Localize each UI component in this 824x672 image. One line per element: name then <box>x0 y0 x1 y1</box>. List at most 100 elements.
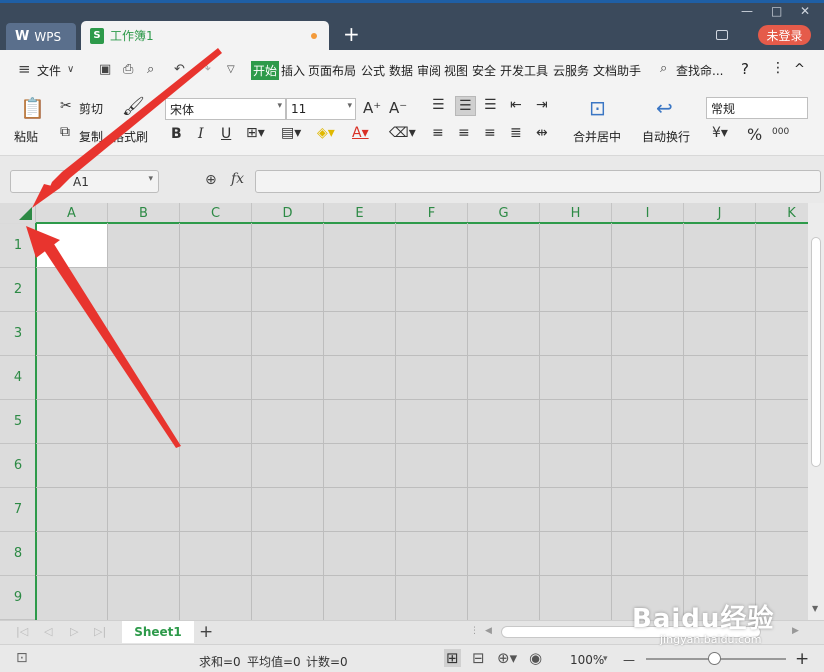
increase-indent-icon[interactable]: ⇥ <box>536 97 548 113</box>
wps-home-tab[interactable]: W WPS <box>6 23 76 50</box>
column-header[interactable]: H <box>540 203 612 223</box>
first-sheet-icon[interactable]: |◁ <box>16 625 28 638</box>
bold-button[interactable]: B <box>171 126 182 142</box>
decrease-font-icon[interactable]: A⁻ <box>389 99 407 117</box>
tab-data[interactable]: 数据 <box>389 62 413 79</box>
quick-access-dropdown-icon[interactable]: ▽ <box>227 64 235 75</box>
row-header[interactable]: 6 <box>0 444 36 488</box>
vertical-scroll-thumb[interactable] <box>811 237 821 467</box>
select-all-corner[interactable] <box>0 203 36 223</box>
scissors-icon[interactable]: ✂ <box>60 98 72 114</box>
scroll-down-icon[interactable]: ▼ <box>812 604 818 613</box>
active-cell-a1[interactable] <box>37 224 107 267</box>
login-button[interactable]: 未登录 <box>758 25 811 45</box>
zoom-formula-icon[interactable]: ⊕ <box>205 172 217 188</box>
column-header[interactable]: B <box>108 203 180 223</box>
paste-button[interactable]: 粘贴 <box>14 128 38 145</box>
add-sheet-button[interactable]: + <box>199 622 213 642</box>
new-tab-button[interactable]: + <box>343 24 360 44</box>
tab-view[interactable]: 视图 <box>444 62 468 79</box>
decrease-indent-icon[interactable]: ⇤ <box>510 97 522 113</box>
format-painter-icon[interactable]: 🖌 <box>122 96 145 117</box>
font-name-select[interactable]: 宋体 ▾ <box>165 98 286 120</box>
last-sheet-icon[interactable]: ▷| <box>94 625 106 638</box>
merge-center-icon[interactable]: ⊡ <box>589 96 606 120</box>
column-header[interactable]: K <box>756 203 808 223</box>
column-header[interactable]: I <box>612 203 684 223</box>
column-header[interactable]: G <box>468 203 540 223</box>
tab-formula[interactable]: 公式 <box>361 62 385 79</box>
sheet-tab-sheet1[interactable]: Sheet1 <box>122 621 194 643</box>
column-header[interactable]: C <box>180 203 252 223</box>
tab-home[interactable]: 开始 <box>251 61 280 80</box>
paste-icon[interactable]: 📋 <box>20 96 45 120</box>
print-preview-icon[interactable]: ⌕ <box>147 62 154 77</box>
macro-record-icon[interactable]: ⊡ <box>16 650 28 666</box>
search-icon[interactable]: ⌕ <box>660 61 667 76</box>
maximize-button[interactable]: □ <box>771 4 782 18</box>
zoom-level[interactable]: 100% <box>570 653 604 667</box>
align-middle-icon[interactable]: ☰ <box>455 96 476 116</box>
wrap-text-icon[interactable]: ↩ <box>656 96 673 120</box>
row-header[interactable]: 1 <box>0 224 36 268</box>
scroll-right-icon[interactable]: ▶ <box>792 626 799 636</box>
page-break-view-icon[interactable]: ⊟ <box>472 649 485 667</box>
document-tab[interactable]: S 工作簿1 <box>81 21 329 50</box>
row-header[interactable]: 7 <box>0 488 36 532</box>
borders-icon[interactable]: ⊞▾ <box>246 125 265 141</box>
search-commands[interactable]: 查找命... <box>676 62 723 79</box>
next-sheet-icon[interactable]: ▷ <box>70 625 78 638</box>
tab-doc-assistant[interactable]: 文档助手 <box>593 62 641 79</box>
font-color-icon[interactable]: A▾ <box>352 125 369 141</box>
row-header[interactable]: 4 <box>0 356 36 400</box>
cut-button[interactable]: 剪切 <box>79 100 103 117</box>
fill-color-icon[interactable]: ◈▾ <box>317 125 335 141</box>
align-left-icon[interactable]: ≡ <box>432 125 444 141</box>
align-center-icon[interactable]: ≡ <box>458 125 470 141</box>
zoom-out-button[interactable]: — <box>623 653 635 667</box>
font-size-select[interactable]: 11 ▾ <box>286 98 356 120</box>
tab-developer[interactable]: 开发工具 <box>500 62 548 79</box>
row-header[interactable]: 5 <box>0 400 36 444</box>
close-button[interactable]: ✕ <box>800 4 810 18</box>
merge-center-button[interactable]: 合并居中 <box>573 128 621 145</box>
redo-icon[interactable]: ↷ <box>200 62 211 77</box>
tab-security[interactable]: 安全 <box>472 62 496 79</box>
thousands-separator-button[interactable]: 000 <box>772 127 789 137</box>
zoom-slider-handle[interactable] <box>708 652 721 665</box>
justify-icon[interactable]: ≣ <box>510 125 522 141</box>
zoom-in-button[interactable]: + <box>795 649 809 669</box>
chevron-down-icon[interactable]: ∨ <box>67 64 74 75</box>
name-box[interactable]: A1 ▾ <box>10 170 159 193</box>
undo-icon[interactable]: ↶ <box>174 62 185 77</box>
auto-wrap-button[interactable]: 自动换行 <box>642 128 690 145</box>
help-button[interactable]: ? <box>741 60 749 78</box>
distributed-align-icon[interactable]: ⇹ <box>536 125 548 141</box>
column-header[interactable]: A <box>36 203 108 223</box>
freeze-view-icon[interactable]: ⊕▾ <box>497 649 517 667</box>
prev-sheet-icon[interactable]: ◁ <box>44 625 52 638</box>
tab-insert[interactable]: 插入 <box>281 62 305 79</box>
normal-view-icon[interactable]: ⊞ <box>444 649 461 667</box>
scroll-left-icon[interactable]: ◀ <box>485 626 492 636</box>
hscroll-handle-icon[interactable]: ⋮ <box>470 626 479 636</box>
print-icon[interactable]: ⎙ <box>123 62 133 77</box>
percent-button[interactable]: % <box>747 125 762 144</box>
number-format-select[interactable]: 常规 <box>706 97 808 119</box>
minimize-button[interactable]: — <box>741 4 753 18</box>
copy-button[interactable]: 复制 <box>79 128 103 145</box>
more-options-button[interactable]: ⋮ <box>771 60 785 76</box>
insert-function-button[interactable]: fx <box>231 171 244 187</box>
eye-protection-icon[interactable]: ◉ <box>529 649 542 667</box>
row-header[interactable]: 3 <box>0 312 36 356</box>
row-header[interactable]: 2 <box>0 268 36 312</box>
collapse-ribbon-button[interactable]: ^ <box>794 62 805 77</box>
italic-button[interactable]: I <box>198 126 204 142</box>
increase-font-icon[interactable]: A⁺ <box>363 99 381 117</box>
tab-page-layout[interactable]: 页面布局 <box>308 62 356 79</box>
vertical-scrollbar[interactable]: ▼ <box>808 203 824 620</box>
screen-mode-icon[interactable] <box>716 30 728 40</box>
column-header[interactable]: D <box>252 203 324 223</box>
align-bottom-icon[interactable]: ☰ <box>484 97 497 113</box>
align-right-icon[interactable]: ≡ <box>484 125 496 141</box>
